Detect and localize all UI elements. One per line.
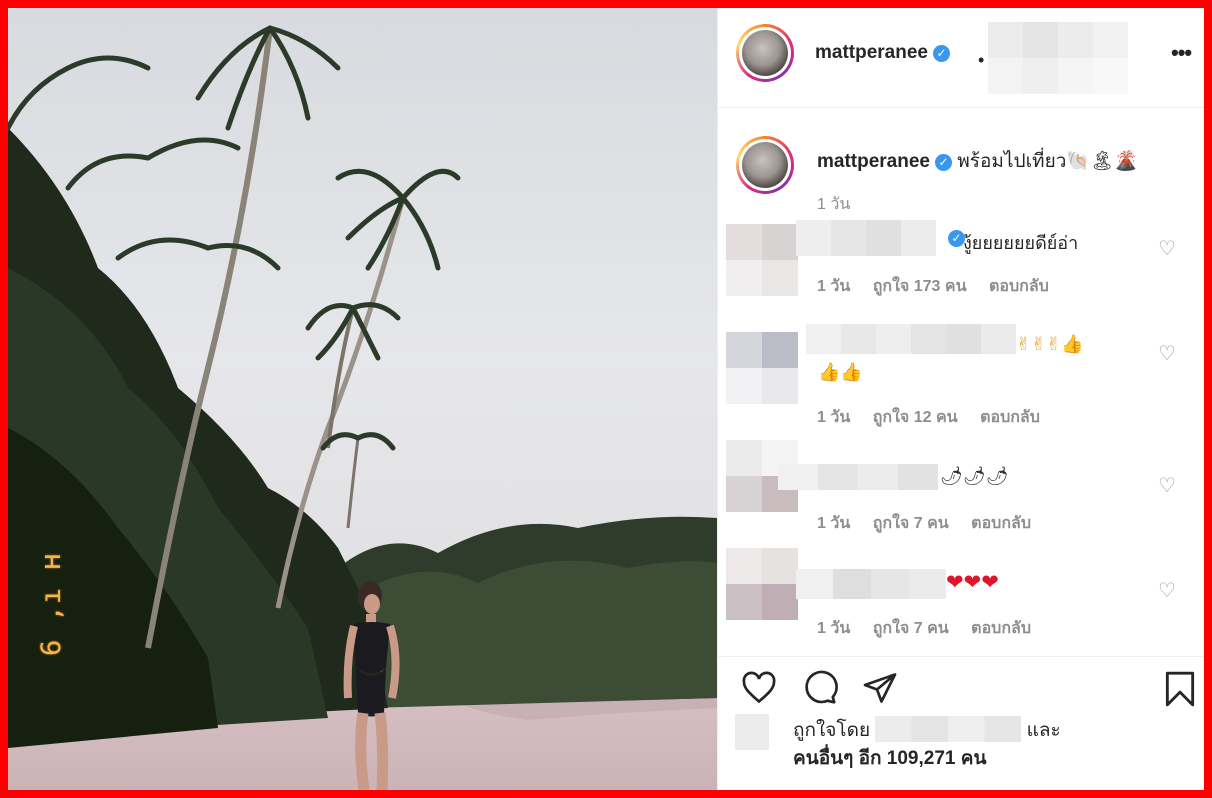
comment-meta: 1 วัน ถูกใจ 7 คน ตอบกลับ xyxy=(817,616,1049,641)
reply-button[interactable]: ตอบกลับ xyxy=(971,620,1031,637)
liked-by-label: ถูกใจโดย xyxy=(793,720,871,741)
comment-likes[interactable]: ถูกใจ 12 คน xyxy=(873,409,958,426)
comment-likes[interactable]: ถูกใจ 173 คน xyxy=(873,278,967,295)
caption-text: พร้อมไปเที่ยว🐚🏝🌋 xyxy=(957,150,1138,172)
verified-badge-icon: ✓ xyxy=(933,45,950,62)
comment-text: ❤❤❤ xyxy=(946,570,999,594)
others-likes-link[interactable]: คนอื่นๆ อีก 109,271 คน xyxy=(793,748,986,769)
beach-scene xyxy=(8,25,717,790)
screenshot-frame: 6 ,ı ʜ mattperanee ✓ • ••• mattperanee ✓… xyxy=(8,8,1204,790)
more-options-icon[interactable]: ••• xyxy=(1171,40,1192,66)
post-photo[interactable]: 6 ,ı ʜ xyxy=(8,8,717,790)
comment-like-icon[interactable]: ♡ xyxy=(1158,578,1176,603)
comment-text-line2: 👍👍 xyxy=(818,362,863,383)
and-label: และ xyxy=(1026,720,1061,741)
liker-avatar[interactable] xyxy=(735,714,769,750)
caption: mattperanee ✓ พร้อมไปเที่ยว🐚🏝🌋 xyxy=(817,146,1138,176)
caption-avatar[interactable] xyxy=(736,136,794,194)
post-header: mattperanee ✓ • ••• xyxy=(718,8,1204,108)
blurred-follow-area xyxy=(988,22,1128,94)
comment-avatar[interactable] xyxy=(726,224,798,296)
comment-avatar[interactable] xyxy=(726,548,798,620)
heart-outline-icon[interactable] xyxy=(740,670,778,706)
reply-button[interactable]: ตอบกลับ xyxy=(980,409,1040,426)
comment-time[interactable]: 1 วัน xyxy=(817,278,850,295)
comment-text: งู้ยยยยยยดีย์อ่า xyxy=(963,233,1079,253)
verified-badge-icon: ✓ xyxy=(935,154,952,171)
comment-text: 🌶🌶🌶 xyxy=(940,466,1009,487)
header-username[interactable]: mattperanee xyxy=(815,42,928,63)
reply-button[interactable]: ตอบกลับ xyxy=(971,515,1031,532)
post-detail-panel: mattperanee ✓ • ••• mattperanee ✓ พร้อมไปเ… xyxy=(717,8,1204,790)
blurred-commenter-name[interactable] xyxy=(778,464,938,490)
comment-meta: 1 วัน ถูกใจ 7 คน ตอบกลับ xyxy=(817,511,1049,536)
comment-avatar[interactable] xyxy=(726,332,798,404)
comment-likes[interactable]: ถูกใจ 7 คน xyxy=(873,515,949,532)
caption-time[interactable]: 1 วัน xyxy=(817,192,850,217)
paper-plane-icon[interactable] xyxy=(861,670,899,706)
comment-time[interactable]: 1 วัน xyxy=(817,409,850,426)
blurred-commenter-name[interactable] xyxy=(796,220,936,256)
comment-time[interactable]: 1 วัน xyxy=(817,620,850,637)
avatar[interactable] xyxy=(736,24,794,82)
comment-text: ✌✌✌👍 xyxy=(1016,334,1084,355)
comment-like-icon[interactable]: ♡ xyxy=(1158,341,1176,366)
reply-button[interactable]: ตอบกลับ xyxy=(989,278,1049,295)
blurred-commenter-name[interactable] xyxy=(796,569,946,599)
comment-time[interactable]: 1 วัน xyxy=(817,515,850,532)
comment-like-icon[interactable]: ♡ xyxy=(1158,473,1176,498)
comment-likes[interactable]: ถูกใจ 7 คน xyxy=(873,620,949,637)
comment-like-icon[interactable]: ♡ xyxy=(1158,236,1176,261)
photo-datestamp: 6 ,ı ʜ xyxy=(36,552,67,656)
comment-meta: 1 วัน ถูกใจ 173 คน ตอบกลับ xyxy=(817,274,1067,299)
comment-meta: 1 วัน ถูกใจ 12 คน ตอบกลับ xyxy=(817,405,1058,430)
likes-summary: ถูกใจโดย และ คนอื่นๆ อีก 109,271 คน xyxy=(793,716,1061,773)
bookmark-icon[interactable] xyxy=(1164,670,1196,708)
separator-dot: • xyxy=(978,50,985,70)
blurred-liker-name[interactable] xyxy=(875,716,1022,742)
caption-username[interactable]: mattperanee xyxy=(817,151,930,172)
action-bar xyxy=(718,656,1204,717)
comment-bubble-icon[interactable] xyxy=(801,670,839,706)
blurred-commenter-name[interactable] xyxy=(806,324,1016,354)
